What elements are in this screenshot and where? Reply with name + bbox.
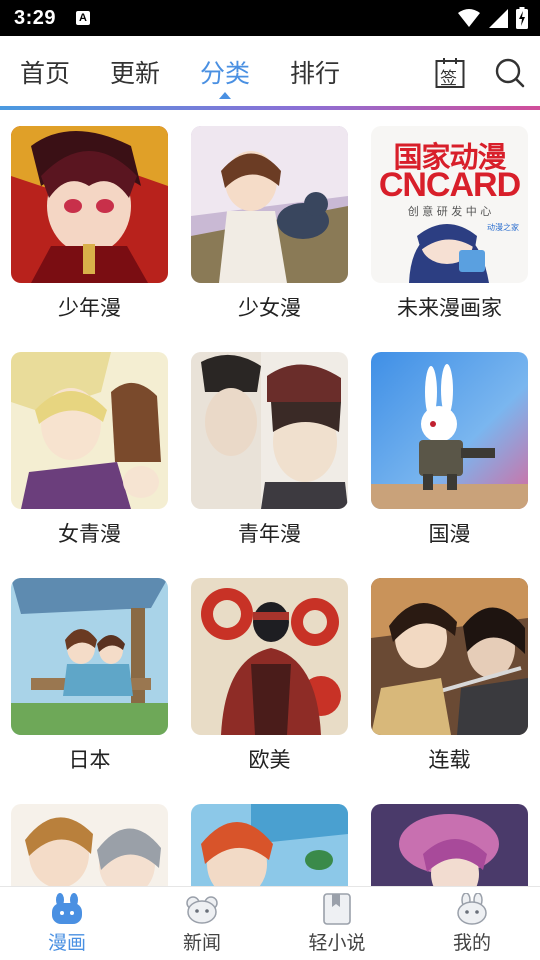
bottom-nav-label: 轻小说 xyxy=(308,932,366,954)
active-tab-indicator xyxy=(219,92,231,99)
status-bar: 3:29 A xyxy=(0,0,540,36)
bottom-nav-label: 漫画 xyxy=(47,932,86,954)
tab-home[interactable]: 首页 xyxy=(20,54,70,90)
category-label: 女青漫 xyxy=(58,522,121,546)
sign-in-icon[interactable]: 签 xyxy=(435,57,465,89)
category-grid: 少年漫 少女漫 国家动漫 CNCARD 创 意 研 发 中 心 动漫之家 未来漫… xyxy=(0,110,540,886)
category-label: 连载 xyxy=(428,748,471,772)
cover-shojo xyxy=(191,126,348,283)
tab-updates[interactable]: 更新 xyxy=(110,54,160,90)
tab-ranking[interactable]: 排行 xyxy=(290,54,340,90)
category-card-future-artist[interactable]: 国家动漫 CNCARD 创 意 研 发 中 心 动漫之家 未来漫画家 xyxy=(371,126,528,322)
category-label: 少女漫 xyxy=(238,296,301,320)
category-card-seinen[interactable]: 青年漫 xyxy=(191,352,348,548)
cover-western xyxy=(191,578,348,735)
cover-japan xyxy=(11,578,168,735)
cover-partial-2 xyxy=(191,804,348,886)
cover-shonen xyxy=(11,126,168,283)
battery-charging-icon xyxy=(516,7,528,29)
profile-rabbit-icon xyxy=(457,893,487,925)
cover-badge: 动漫之家 xyxy=(487,223,519,232)
bottom-nav-news[interactable]: 新闻 xyxy=(152,893,252,955)
search-icon[interactable] xyxy=(495,58,525,88)
category-label: 青年漫 xyxy=(238,522,301,546)
bottom-nav-comics[interactable]: 漫画 xyxy=(17,893,117,955)
category-label: 国漫 xyxy=(428,522,471,546)
category-card-western[interactable]: 欧美 xyxy=(191,578,348,774)
bottom-nav-profile[interactable]: 我的 xyxy=(422,893,522,955)
status-icons xyxy=(458,0,528,36)
sign-in-glyph: 签 xyxy=(440,69,457,89)
cover-partial-3 xyxy=(371,804,528,886)
status-time: 3:29 xyxy=(14,6,57,29)
bottom-nav-label: 我的 xyxy=(452,932,491,954)
news-mouse-icon xyxy=(186,896,218,924)
comic-rabbit-icon xyxy=(52,893,82,924)
category-label: 日本 xyxy=(68,748,111,772)
category-card-guoman[interactable]: 国漫 xyxy=(371,352,528,548)
category-card-japan[interactable]: 日本 xyxy=(11,578,168,774)
wifi-icon xyxy=(458,9,480,27)
category-label: 少年漫 xyxy=(58,296,121,320)
cover-future-artist: 国家动漫 CNCARD 创 意 研 发 中 心 动漫之家 xyxy=(371,126,528,283)
bottom-navigation: 漫画 新闻 轻小说 我的 xyxy=(0,886,540,960)
cover-guoman xyxy=(371,352,528,509)
cover-josei xyxy=(11,352,168,509)
category-card-serial[interactable]: 连载 xyxy=(371,578,528,774)
category-card-josei[interactable]: 女青漫 xyxy=(11,352,168,548)
top-navigation: 首页 更新 分类 排行 签 xyxy=(0,36,540,106)
signal-icon xyxy=(489,9,508,28)
cover-seinen xyxy=(191,352,348,509)
category-card-partial-2[interactable] xyxy=(191,804,348,886)
bookmark-book-icon xyxy=(323,893,351,925)
category-label: 未来漫画家 xyxy=(397,296,502,320)
category-card-partial-3[interactable] xyxy=(371,804,528,886)
category-card-shonen[interactable]: 少年漫 xyxy=(11,126,168,322)
bottom-nav-label: 新闻 xyxy=(182,932,221,954)
category-card-partial-1[interactable] xyxy=(11,804,168,886)
tab-categories[interactable]: 分类 xyxy=(200,54,250,90)
bottom-nav-light-novel[interactable]: 轻小说 xyxy=(287,893,387,955)
notification-icon: A xyxy=(76,11,91,25)
cover-partial-1 xyxy=(11,804,168,886)
category-card-shojo[interactable]: 少女漫 xyxy=(191,126,348,322)
category-label: 欧美 xyxy=(248,748,291,772)
cover-serial xyxy=(371,578,528,735)
